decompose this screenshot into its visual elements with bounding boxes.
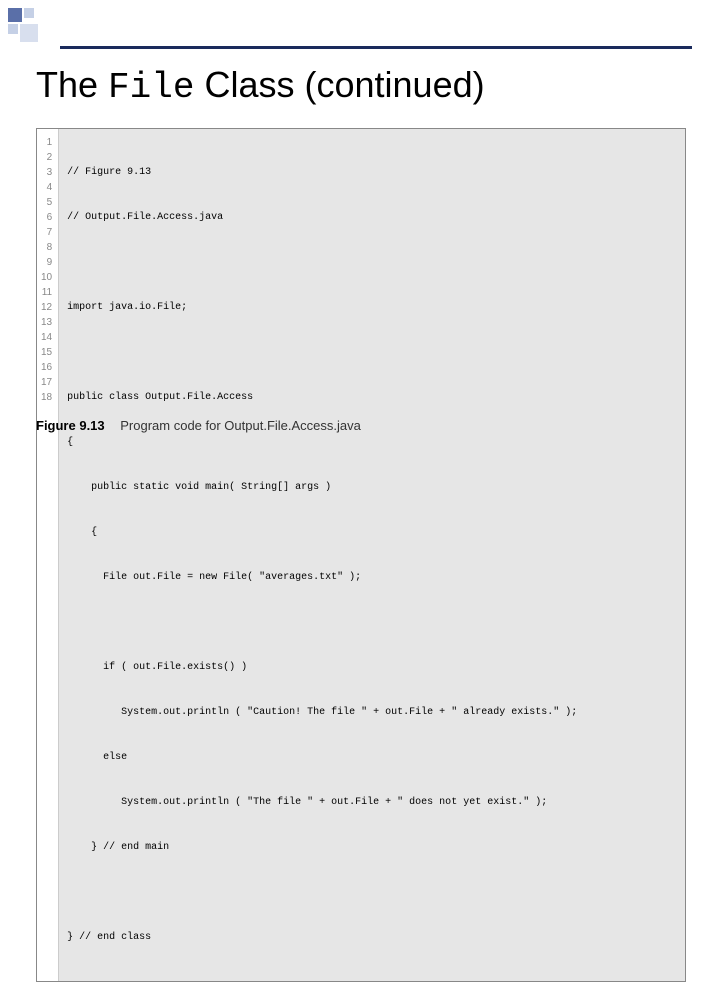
line-number: 16 bbox=[41, 360, 52, 375]
line-number: 14 bbox=[41, 330, 52, 345]
line-number: 11 bbox=[41, 285, 52, 300]
deco-square bbox=[24, 8, 34, 18]
figure-text: Program code for Output.File.Access.java bbox=[120, 418, 361, 433]
code-line bbox=[67, 615, 677, 630]
slide-title: The File Class (continued) bbox=[36, 64, 485, 108]
line-number: 8 bbox=[41, 240, 52, 255]
horizontal-rule bbox=[60, 46, 692, 49]
line-number: 1 bbox=[41, 135, 52, 150]
figure-label: Figure 9.13 bbox=[36, 418, 105, 433]
title-mono: File bbox=[108, 67, 194, 108]
line-number: 13 bbox=[41, 315, 52, 330]
line-number: 6 bbox=[41, 210, 52, 225]
deco-square bbox=[20, 24, 38, 42]
figure-caption: Figure 9.13 Program code for Output.File… bbox=[36, 418, 361, 433]
line-number-gutter: 1 2 3 4 5 6 7 8 9 10 11 12 13 14 15 16 1… bbox=[37, 129, 59, 981]
code-line: File out.File = new File( "averages.txt"… bbox=[67, 570, 677, 585]
code-line: public static void main( String[] args ) bbox=[67, 480, 677, 495]
deco-square bbox=[8, 24, 18, 34]
line-number: 7 bbox=[41, 225, 52, 240]
code-line: { bbox=[67, 525, 677, 540]
line-number: 17 bbox=[41, 375, 52, 390]
line-number: 12 bbox=[41, 300, 52, 315]
line-number: 10 bbox=[41, 270, 52, 285]
code-content: // Figure 9.13 // Output.File.Access.jav… bbox=[59, 129, 685, 981]
code-line: } // end class bbox=[67, 930, 677, 945]
code-line: } // end main bbox=[67, 840, 677, 855]
code-line bbox=[67, 345, 677, 360]
title-prefix: The bbox=[36, 64, 108, 105]
line-number: 2 bbox=[41, 150, 52, 165]
code-line: // Output.File.Access.java bbox=[67, 210, 677, 225]
line-number: 3 bbox=[41, 165, 52, 180]
code-line: public class Output.File.Access bbox=[67, 390, 677, 405]
code-listing: 1 2 3 4 5 6 7 8 9 10 11 12 13 14 15 16 1… bbox=[36, 128, 686, 982]
line-number: 4 bbox=[41, 180, 52, 195]
code-line bbox=[67, 885, 677, 900]
line-number: 9 bbox=[41, 255, 52, 270]
code-line: { bbox=[67, 435, 677, 450]
code-line: System.out.println ( "Caution! The file … bbox=[67, 705, 677, 720]
code-line: // Figure 9.13 bbox=[67, 165, 677, 180]
line-number: 5 bbox=[41, 195, 52, 210]
title-suffix: Class (continued) bbox=[194, 64, 484, 105]
line-number: 15 bbox=[41, 345, 52, 360]
code-line: import java.io.File; bbox=[67, 300, 677, 315]
corner-decoration bbox=[8, 8, 52, 52]
code-line: if ( out.File.exists() ) bbox=[67, 660, 677, 675]
line-number: 18 bbox=[41, 390, 52, 405]
deco-square bbox=[8, 8, 22, 22]
code-line bbox=[67, 255, 677, 270]
code-line: else bbox=[67, 750, 677, 765]
code-line: System.out.println ( "The file " + out.F… bbox=[67, 795, 677, 810]
